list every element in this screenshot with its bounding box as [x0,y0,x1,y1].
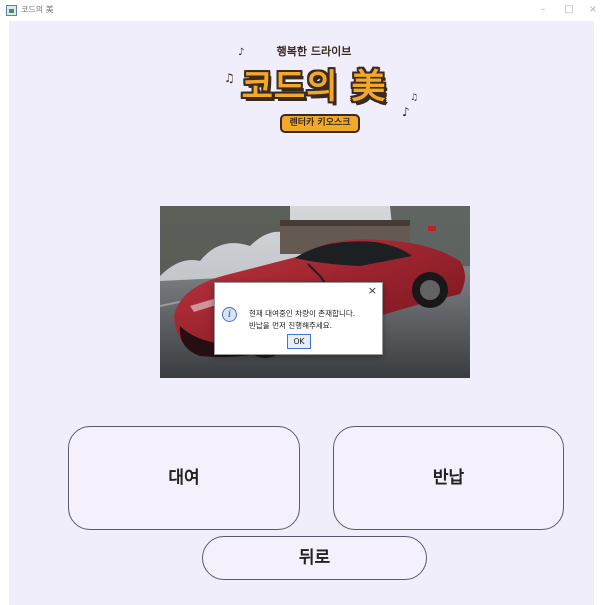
info-icon: i [222,307,237,322]
minimize-button[interactable]: – [534,3,552,17]
close-window-button[interactable]: × [584,3,602,17]
logo-tag: 렌터카 키오스크 [280,114,360,133]
window-title: 코드의 美 [21,5,54,14]
music-note-icon: ♫ [224,71,235,85]
music-note-icon: ♫ [410,93,419,103]
logo-title: 코드의 美 [241,67,387,107]
back-button[interactable]: 뒤로 [202,536,427,580]
title-bar: 코드의 美 – □ × [0,0,603,21]
maximize-button[interactable]: □ [560,3,578,17]
music-note-icon: ♪ [402,105,410,119]
ok-button[interactable]: OK [287,334,311,349]
message-dialog: × i 현재 대여중인 차량이 존재합니다. 반납을 먼저 진행해주세요. OK [214,282,383,355]
kiosk-logo: 행복한 드라이브 코드의 美 렌터카 키오스크 ♪ ♫ ♫ ♪ [214,43,418,163]
music-note-icon: ♪ [238,47,245,58]
java-app-icon [6,5,17,16]
dialog-close-button[interactable]: × [368,284,377,297]
dialog-message-line2: 반납을 먼저 진행해주세요. [249,321,333,330]
rent-button[interactable]: 대여 [68,426,300,530]
dialog-message-line1: 현재 대여중인 차량이 존재합니다. [249,309,356,318]
return-button[interactable]: 반납 [333,426,564,530]
kiosk-panel: 행복한 드라이브 코드의 美 렌터카 키오스크 ♪ ♫ ♫ ♪ × i 현재 대… [9,21,594,605]
